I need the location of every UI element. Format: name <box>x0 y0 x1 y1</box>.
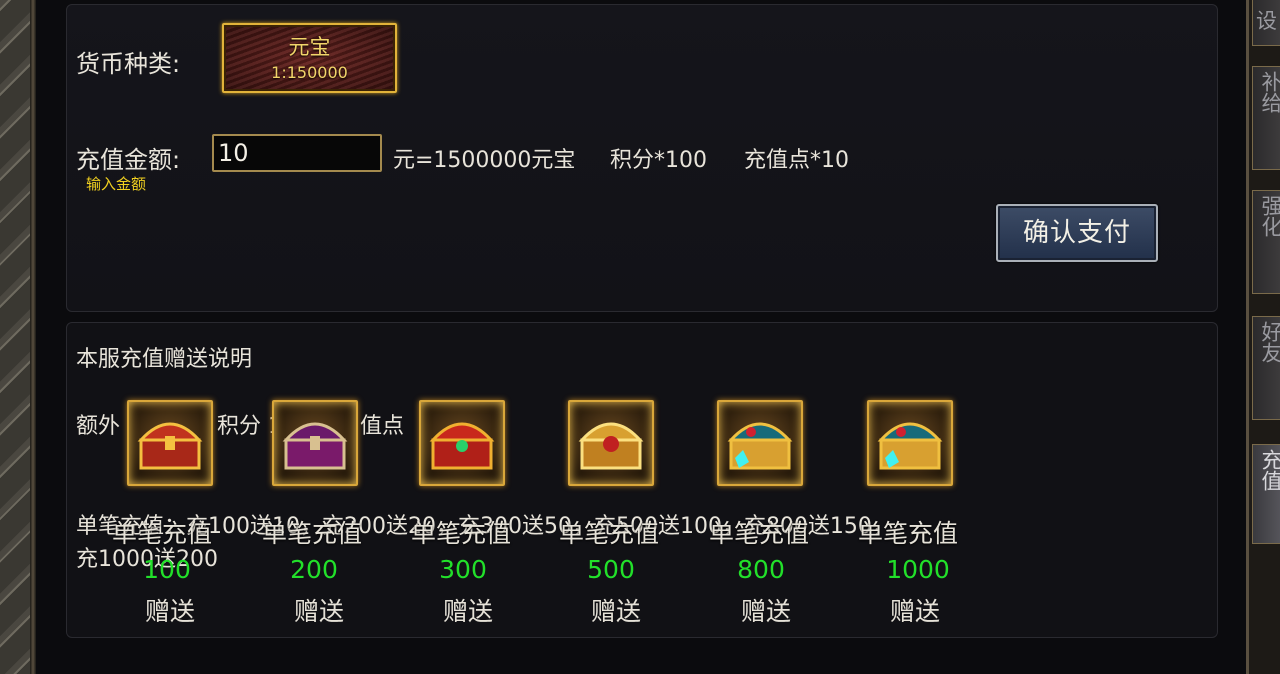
tab-friends[interactable]: 好友 <box>1252 316 1280 420</box>
tab-settings[interactable]: 设 <box>1252 0 1280 46</box>
confirm-payment-button[interactable]: 确认支付 <box>996 204 1158 262</box>
left-border-trim <box>30 0 36 674</box>
tier-title: 单笔充值 <box>858 519 959 548</box>
tier-gift-label: 赠送 <box>740 597 791 626</box>
tier-title: 单笔充值 <box>112 519 213 548</box>
points-text: 积分*100 <box>610 148 707 173</box>
tab-supply[interactable]: 补给 <box>1252 66 1280 170</box>
tier-title: 单笔充值 <box>559 519 660 548</box>
tier-amount: 800 <box>737 555 785 584</box>
golden-ornate-chest-icon[interactable] <box>568 400 654 486</box>
purple-chest-icon[interactable] <box>272 400 358 486</box>
tier-title: 单笔充值 <box>262 519 363 548</box>
red-jewel-chest-icon[interactable] <box>419 400 505 486</box>
tier-amount: 300 <box>439 555 487 584</box>
amount-hint: 输入金额 <box>86 175 147 193</box>
tier-title: 单笔充值 <box>411 519 512 548</box>
tab-label: 设 <box>1256 9 1277 33</box>
extra-text-c: 值点 <box>360 414 405 439</box>
conversion-text: 元=1500000元宝 <box>393 148 576 173</box>
amount-input[interactable] <box>212 134 382 172</box>
tier-amount: 200 <box>290 555 338 584</box>
teal-gem-chest-icon[interactable] <box>867 400 953 486</box>
currency-type-label: 货币种类: <box>76 50 181 78</box>
tab-label: 强化 <box>1259 195 1280 237</box>
tier-gift-label: 赠送 <box>442 597 493 626</box>
tab-label: 充值 <box>1259 449 1280 491</box>
tab-label: 好友 <box>1259 321 1280 363</box>
tab-enhance[interactable]: 强化 <box>1252 190 1280 294</box>
tier-gift-label: 赠送 <box>293 597 344 626</box>
tier-gift-label: 赠送 <box>144 597 195 626</box>
left-stone-border <box>0 0 32 674</box>
currency-name: 元宝 <box>288 35 331 59</box>
teal-gem-chest-icon[interactable] <box>717 400 803 486</box>
extra-text-a: 额外 <box>76 414 121 439</box>
currency-option-yuanbao[interactable]: 元宝 1:150000 <box>222 23 397 93</box>
red-gold-chest-icon[interactable] <box>127 400 213 486</box>
tab-label: 补给 <box>1259 71 1280 113</box>
recharge-points-text: 充值点*10 <box>744 148 849 173</box>
currency-rate: 1:150000 <box>271 63 348 82</box>
tier-gift-label: 赠送 <box>889 597 940 626</box>
tab-recharge[interactable]: 充值 <box>1252 444 1280 544</box>
recharge-amount-label: 充值金额: <box>76 146 181 174</box>
tier-amount: 1000 <box>886 555 950 584</box>
tier-amount: 500 <box>587 555 635 584</box>
tier-title: 单笔充值 <box>709 519 810 548</box>
tier-amount: 100 <box>143 555 191 584</box>
bonus-heading: 本服充值赠送说明 <box>76 347 253 372</box>
confirm-payment-label: 确认支付 <box>1022 218 1131 248</box>
tier-gift-label: 赠送 <box>590 597 641 626</box>
